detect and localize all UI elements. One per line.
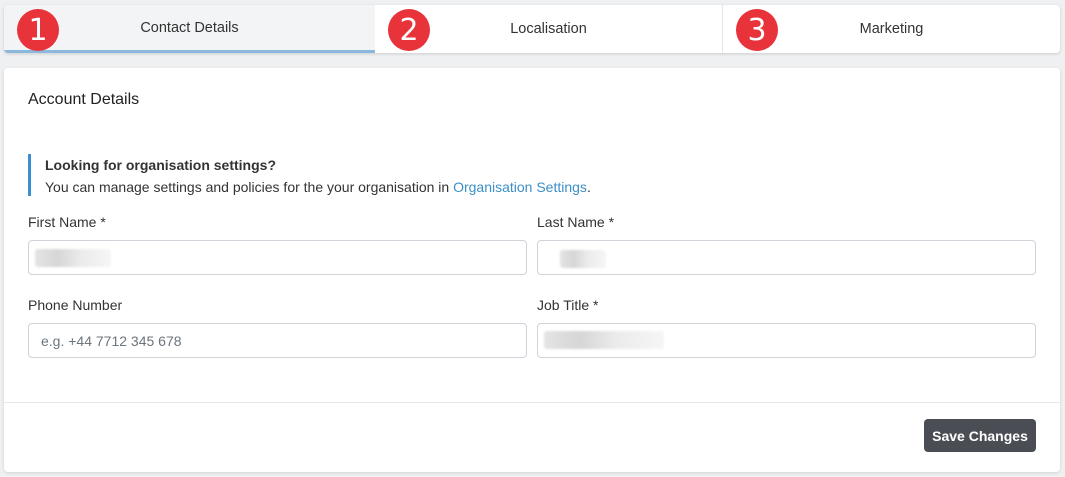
organisation-settings-callout: Looking for organisation settings? You c… <box>28 154 1028 196</box>
step-3-badge: 3 <box>736 9 778 51</box>
last-name-label: Last Name * <box>537 214 615 230</box>
step-tabs: 1 Contact Details 2 Localisation 3 Marke… <box>4 5 1060 53</box>
last-name-input[interactable] <box>537 240 1036 275</box>
redacted-value <box>35 249 111 267</box>
organisation-settings-link[interactable]: Organisation Settings <box>453 179 587 195</box>
phone-number-placeholder: e.g. +44 7712 345 678 <box>41 332 182 349</box>
tab-marketing[interactable]: 3 Marketing <box>723 5 1060 53</box>
first-name-label: First Name * <box>28 214 106 230</box>
tab-contact-details[interactable]: 1 Contact Details <box>4 5 375 53</box>
phone-number-input[interactable]: e.g. +44 7712 345 678 <box>28 323 527 358</box>
step-2-badge: 2 <box>388 9 430 51</box>
card-footer-divider <box>4 402 1060 403</box>
tab-label: Marketing <box>859 21 924 37</box>
tab-label: Contact Details <box>140 19 239 36</box>
save-changes-button[interactable]: Save Changes <box>924 419 1036 452</box>
redacted-value <box>544 331 664 349</box>
redacted-value <box>560 250 606 268</box>
step-1-badge: 1 <box>17 9 59 51</box>
job-title-input[interactable] <box>537 323 1036 358</box>
callout-body-end: . <box>586 179 591 195</box>
callout-body: You can manage settings and policies for… <box>45 177 1028 197</box>
phone-number-label: Phone Number <box>28 297 123 313</box>
card-title: Account Details <box>28 91 140 108</box>
tab-label: Localisation <box>510 21 587 37</box>
callout-body-text: You can manage settings and policies for… <box>45 179 454 195</box>
account-details-card: Account Details Looking for organisation… <box>4 68 1060 472</box>
callout-title: Looking for organisation settings? <box>45 157 276 173</box>
first-name-input[interactable] <box>28 240 527 275</box>
job-title-label: Job Title * <box>537 297 599 313</box>
tab-localisation[interactable]: 2 Localisation <box>375 5 723 53</box>
